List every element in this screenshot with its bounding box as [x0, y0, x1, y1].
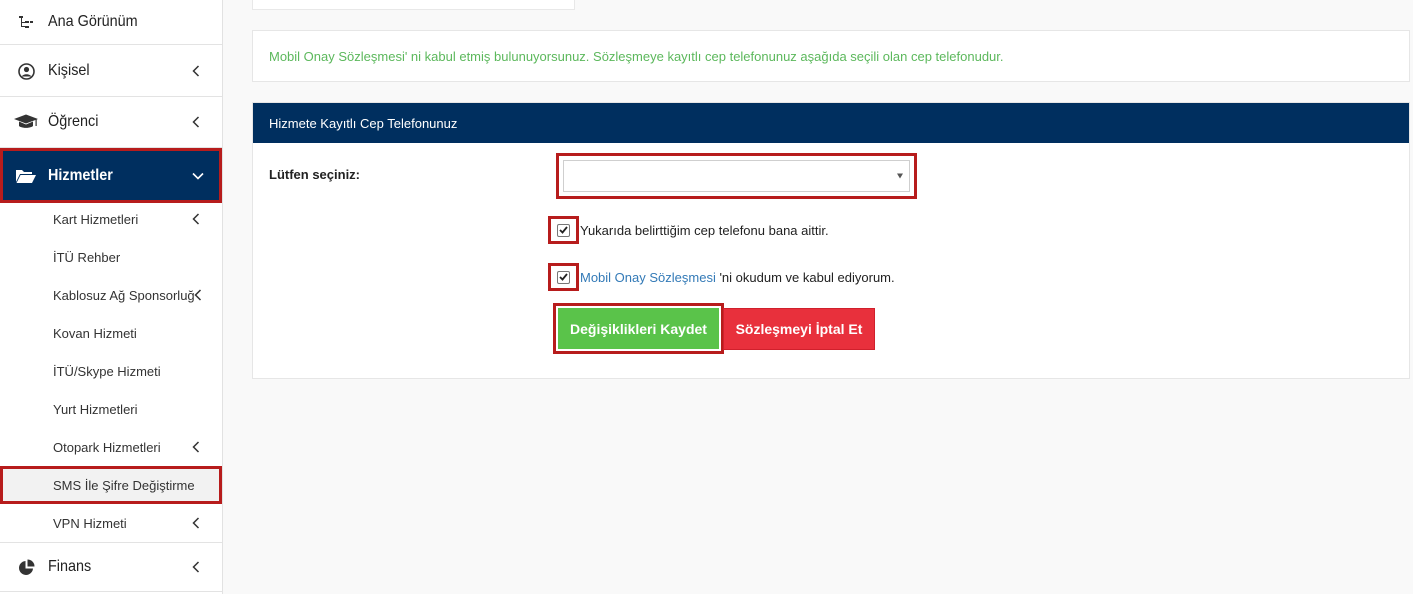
ownership-checkbox-label: Yukarıda belirttiğim cep telefonu bana a…	[580, 222, 829, 238]
cancel-agreement-button[interactable]: Sözleşmeyi İptal Et	[723, 308, 875, 350]
ownership-checkbox-highlight	[548, 216, 579, 244]
ownership-checkbox[interactable]	[557, 223, 570, 237]
sidebar-subitem-kovan-hizmeti[interactable]: Kovan Hizmeti	[0, 314, 222, 352]
chevron-left-icon	[192, 213, 206, 225]
sidebar-subitem-label: İTÜ Rehber	[53, 249, 121, 265]
agreement-checkbox[interactable]	[557, 270, 570, 284]
chevron-down-icon	[192, 172, 206, 180]
agreement-checkbox-label: 'ni okudum ve kabul ediyorum.	[715, 269, 895, 285]
graduation-cap-icon	[12, 112, 40, 132]
sidebar-subitem-itu-skype[interactable]: İTÜ/Skype Hizmeti	[0, 352, 222, 390]
sidebar-item-label: Hizmetler	[48, 166, 113, 184]
agreement-checkbox-highlight	[548, 263, 579, 291]
sidebar-subitem-label: Kart Hizmetleri	[53, 211, 139, 227]
phone-select-highlight	[556, 153, 917, 199]
sidebar-item-hizmetler[interactable]: Hizmetler	[0, 148, 222, 203]
sidebar-subitem-label: VPN Hizmeti	[53, 515, 127, 531]
agreement-link[interactable]: Mobil Onay Sözleşmesi	[580, 270, 716, 285]
sidebar-subitem-itu-rehber[interactable]: İTÜ Rehber	[0, 238, 222, 276]
sidebar: Ana Görünüm Kişisel Öğrenci Hizmetler Ka…	[0, 0, 223, 594]
select-label: Lütfen seçiniz:	[269, 167, 361, 182]
sidebar-subitem-otopark-hizmetleri[interactable]: Otopark Hizmetleri	[0, 428, 222, 466]
ownership-checkbox-row: Yukarıda belirttiğim cep telefonu bana a…	[548, 216, 829, 244]
chevron-left-icon	[192, 441, 206, 453]
panel-title: Hizmete Kayıtlı Cep Telefonunuz	[269, 115, 458, 131]
user-circle-icon	[12, 61, 40, 81]
sidebar-subitem-yurt-hizmetleri[interactable]: Yurt Hizmetleri	[0, 390, 222, 428]
sidebar-subitem-label: İTÜ/Skype Hizmeti	[53, 363, 161, 379]
sidebar-subitem-label: Kovan Hizmeti	[53, 325, 137, 341]
sidebar-subitem-label: Otopark Hizmetleri	[53, 439, 161, 455]
sidebar-subitem-label: Yurt Hizmetleri	[53, 401, 138, 417]
save-button[interactable]: Değişiklikleri Kaydet	[558, 308, 719, 349]
sidebar-item-label: Ana Görünüm	[48, 13, 138, 30]
agreement-checkbox-row: Mobil Onay Sözleşmesi 'ni okudum ve kabu…	[548, 263, 895, 291]
info-message-text: Mobil Onay Sözleşmesi' ni kabul etmiş bu…	[269, 48, 1004, 64]
chevron-left-icon	[192, 116, 206, 128]
panel-header: Hizmete Kayıtlı Cep Telefonunuz	[253, 103, 1409, 143]
sidebar-subitem-kablosuz-ag[interactable]: Kablosuz Ağ Sponsorluğu	[0, 276, 222, 314]
chevron-left-icon	[192, 561, 206, 573]
phone-panel: Hizmete Kayıtlı Cep Telefonunuz Lütfen s…	[252, 102, 1410, 379]
sidebar-item-finans[interactable]: Finans	[0, 542, 222, 592]
folder-open-icon	[12, 166, 40, 186]
chevron-left-icon	[192, 517, 206, 529]
chevron-left-icon	[192, 65, 206, 77]
sidebar-item-ogrenci[interactable]: Öğrenci	[0, 97, 222, 148]
sidebar-item-label: Finans	[48, 558, 92, 575]
top-panel-stub	[252, 0, 575, 10]
sidebar-item-label: Kişisel	[48, 62, 90, 79]
pie-chart-icon	[12, 557, 40, 577]
sidebar-subitem-label: SMS İle Şifre Değiştirme	[53, 477, 195, 493]
sidebar-item-ana-gorunum[interactable]: Ana Görünüm	[0, 0, 222, 45]
sidebar-item-kisisel[interactable]: Kişisel	[0, 46, 222, 97]
info-message: Mobil Onay Sözleşmesi' ni kabul etmiş bu…	[252, 30, 1410, 82]
sitemap-icon	[12, 12, 40, 32]
caret-down-icon	[897, 173, 903, 179]
sidebar-item-label: Öğrenci	[48, 113, 99, 130]
check-icon	[559, 226, 568, 234]
sidebar-subitem-label: Kablosuz Ağ Sponsorluğu	[53, 287, 194, 303]
chevron-left-icon	[194, 289, 208, 301]
sidebar-subitem-vpn-hizmeti[interactable]: VPN Hizmeti	[0, 504, 222, 542]
sidebar-subitem-sms-sifre[interactable]: SMS İle Şifre Değiştirme	[0, 466, 222, 504]
save-button-highlight: Değişiklikleri Kaydet	[553, 303, 724, 354]
check-icon	[559, 273, 568, 281]
phone-select[interactable]	[563, 160, 910, 192]
sidebar-subitem-kart-hizmetleri[interactable]: Kart Hizmetleri	[0, 200, 222, 238]
